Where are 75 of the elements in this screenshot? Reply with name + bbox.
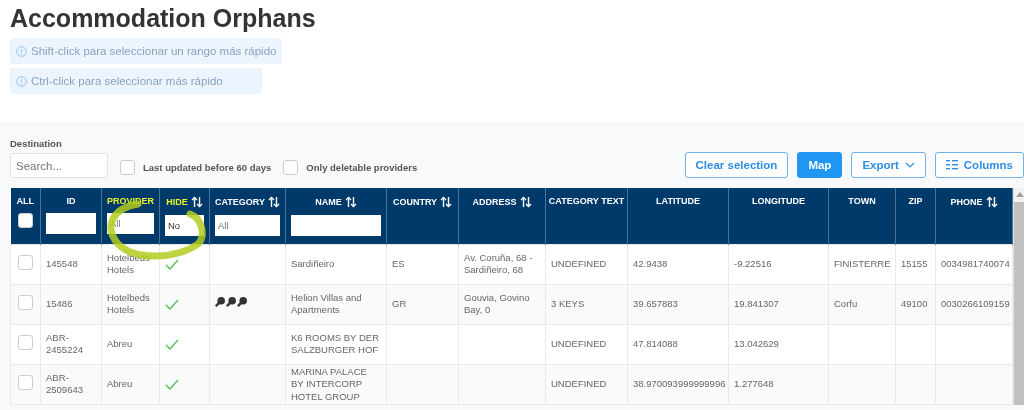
table-cell: Av. Coruña, 68 - Sardiñeiro, 68: [464, 251, 533, 275]
table-cell: 0034981740074: [941, 257, 1010, 269]
hint-text: Ctrl-click para seleccionar más rápido: [31, 75, 223, 87]
column-header[interactable]: COUNTRY: [392, 197, 438, 207]
table-cell: Corfu: [834, 297, 858, 309]
table-cell: Gouvia, Govino Bay, 0: [464, 291, 530, 315]
column-header[interactable]: NAME: [315, 197, 342, 207]
table-cell: K6 ROOMS BY DER SALZBURGER HOF: [291, 331, 379, 355]
table-cell: GR: [392, 297, 407, 309]
table-cell: 15155: [901, 257, 928, 269]
row-checkbox[interactable]: [18, 334, 33, 350]
table-cell: 19.841307: [734, 297, 779, 309]
checkbox[interactable]: [283, 159, 299, 175]
table-cell: 39.657883: [633, 297, 678, 309]
clear-selection-button[interactable]: Clear selection: [684, 152, 789, 178]
field-label: Destination: [10, 138, 63, 149]
column-header[interactable]: LATITUDE: [656, 196, 700, 206]
scrollbar[interactable]: [1013, 188, 1024, 405]
column-header[interactable]: CATEGORY TEXT: [548, 196, 625, 206]
hint-text: Shift-click para seleccionar un rango más rápido: [31, 45, 277, 57]
column-header[interactable]: HIDE: [166, 197, 188, 207]
table-cell: -9.22516: [734, 257, 772, 269]
column-header[interactable]: ZIP: [908, 196, 923, 206]
table-cell: ES: [392, 257, 405, 269]
column-header[interactable]: CATEGORY: [215, 197, 265, 207]
search-field[interactable]: Search...: [10, 153, 108, 178]
filter-field[interactable]: [46, 213, 96, 234]
column-header[interactable]: ID: [66, 196, 76, 206]
table-cell: ABR-2509643: [46, 371, 83, 396]
table-cell: UNDEFINED: [551, 378, 607, 389]
column-header[interactable]: ADDRESS: [472, 197, 517, 207]
table-cell: 13.042629: [734, 337, 779, 349]
columns-button[interactable]: Columns: [934, 152, 1024, 178]
column-header[interactable]: TOWN: [848, 196, 876, 206]
table-cell: Helion Villas and Apartments: [291, 291, 362, 315]
info-icon: [16, 45, 27, 57]
checkbox-label: Only deletable providers: [306, 161, 418, 173]
row-checkbox[interactable]: [18, 375, 33, 390]
table-cell: 0030266109159: [941, 297, 1010, 309]
table-cell: 47.814088: [633, 337, 678, 349]
caret-icon: [904, 162, 915, 168]
table-cell: FINISTERRE: [834, 257, 891, 269]
checkbox-label: Last updated before 60 days: [143, 161, 272, 173]
select-all-checkbox[interactable]: [17, 213, 33, 228]
column-header[interactable]: PROVIDER: [107, 196, 154, 206]
table-cell: 3 KEYS: [551, 297, 585, 309]
row-checkbox[interactable]: [18, 294, 33, 310]
table-cell: UNDEFINED: [551, 257, 607, 269]
column-header: ALL: [15, 196, 35, 206]
scroll-up-icon: [1016, 192, 1024, 197]
table-cell: Hotelbeds Hotels: [107, 291, 150, 315]
table-cell: Hotelbeds Hotels: [107, 251, 150, 275]
table-cell: MARINA PALACE BY INTERCORP HOTEL GROUP: [291, 365, 367, 402]
table-cell: 15486: [46, 297, 73, 309]
row-checkbox[interactable]: [18, 254, 33, 270]
table-cell: 38.970093999999996: [633, 378, 726, 389]
table-cell: Sardiñeiro: [291, 257, 335, 269]
filter-field[interactable]: [291, 215, 381, 236]
export-button[interactable]: Export: [851, 152, 926, 178]
column-header[interactable]: LONGITUDE: [752, 196, 805, 206]
columns-icon: [945, 160, 958, 170]
checkbox[interactable]: [120, 159, 135, 175]
key-icon: [237, 297, 247, 308]
table-cell: ABR-2455224: [46, 331, 83, 355]
table-cell: UNDEFINED: [551, 337, 607, 349]
table-cell: Abreu: [107, 337, 133, 349]
table-cell: 42.9438: [633, 257, 668, 269]
table-cell: 49100: [901, 297, 928, 309]
table-cell: Abreu: [107, 378, 133, 389]
info-icon: [16, 75, 27, 87]
table-cell: 1.277648: [734, 378, 774, 389]
page-title: Accommodation Orphans: [10, 4, 317, 32]
column-header[interactable]: PHONE: [950, 197, 983, 207]
table-cell: 145548: [46, 257, 78, 269]
filter-field[interactable]: All: [215, 215, 280, 236]
